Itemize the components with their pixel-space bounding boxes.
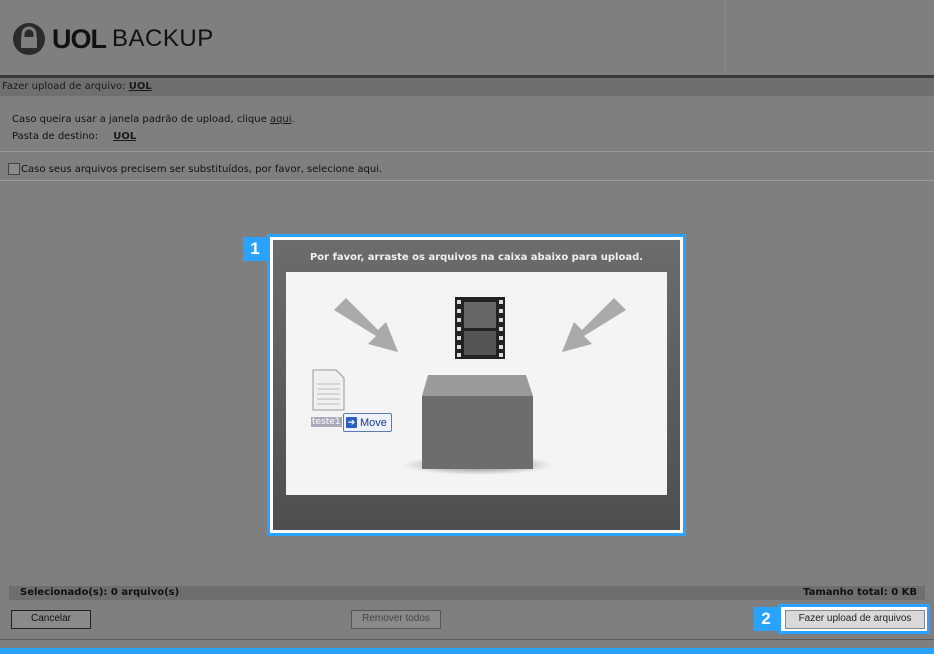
brand-name: UOL: [52, 23, 107, 54]
divider: [0, 180, 934, 181]
arrow-right-icon: ➔: [346, 417, 357, 428]
default-upload-period: .: [291, 114, 295, 125]
upload-files-button[interactable]: Fazer upload de arquivos: [785, 610, 925, 629]
selected-count: Selecionado(s): 0 arquivo(s): [20, 587, 180, 598]
drag-illustration: [312, 297, 626, 475]
callout-1: 1: [243, 237, 267, 261]
dragged-file-label: teste1: [311, 417, 342, 427]
drop-area[interactable]: teste1 ➔ Move: [286, 272, 667, 495]
divider: [0, 151, 934, 152]
header-divider: [725, 0, 726, 76]
lock-icon: [13, 23, 45, 55]
move-tooltip: ➔ Move: [343, 413, 392, 432]
footer-accent-bar: [0, 648, 934, 654]
destination-label: Pasta de destino:: [12, 131, 99, 142]
summary-bar: Selecionado(s): 0 arquivo(s) Tamanho tot…: [9, 586, 925, 600]
drop-zone[interactable]: Por favor, arraste os arquivos na caixa …: [273, 240, 680, 530]
replace-label: Caso seus arquivos precisem ser substitu…: [21, 163, 383, 175]
logo: UOL BACKUP: [12, 22, 214, 56]
arrow-right-down-icon: [334, 298, 398, 352]
arrow-left-down-icon: [562, 298, 626, 352]
default-upload-text: Caso queira usar a janela padrão de uplo…: [12, 114, 267, 125]
destination-folder-link[interactable]: UOL: [113, 131, 136, 142]
replace-option: Caso seus arquivos precisem ser substitu…: [8, 163, 382, 175]
film-strip-icon: [455, 297, 505, 359]
total-size: Tamanho total: 0 KB: [803, 587, 917, 598]
move-label: Move: [360, 416, 387, 429]
breadcrumb: Fazer upload de arquivo: UOL: [0, 78, 934, 96]
footer-divider: [0, 639, 934, 640]
breadcrumb-prefix: Fazer upload de arquivo:: [2, 81, 126, 92]
remove-all-button[interactable]: Remover todos: [351, 610, 441, 629]
replace-checkbox[interactable]: [8, 163, 20, 175]
drop-zone-title: Por favor, arraste os arquivos na caixa …: [309, 252, 644, 263]
default-upload-link[interactable]: aqui: [270, 114, 292, 125]
brand-product: BACKUP: [112, 25, 214, 52]
cancel-button[interactable]: Cancelar: [11, 610, 91, 629]
upload-info: Caso queira usar a janela padrão de uplo…: [12, 112, 295, 145]
upload-box-icon: [403, 375, 553, 475]
app-header: UOL BACKUP: [0, 0, 934, 76]
drop-zone-highlight: Por favor, arraste os arquivos na caixa …: [267, 234, 686, 536]
file-icon: [312, 369, 345, 411]
callout-2: 2: [754, 607, 778, 631]
breadcrumb-folder-link[interactable]: UOL: [129, 81, 152, 92]
